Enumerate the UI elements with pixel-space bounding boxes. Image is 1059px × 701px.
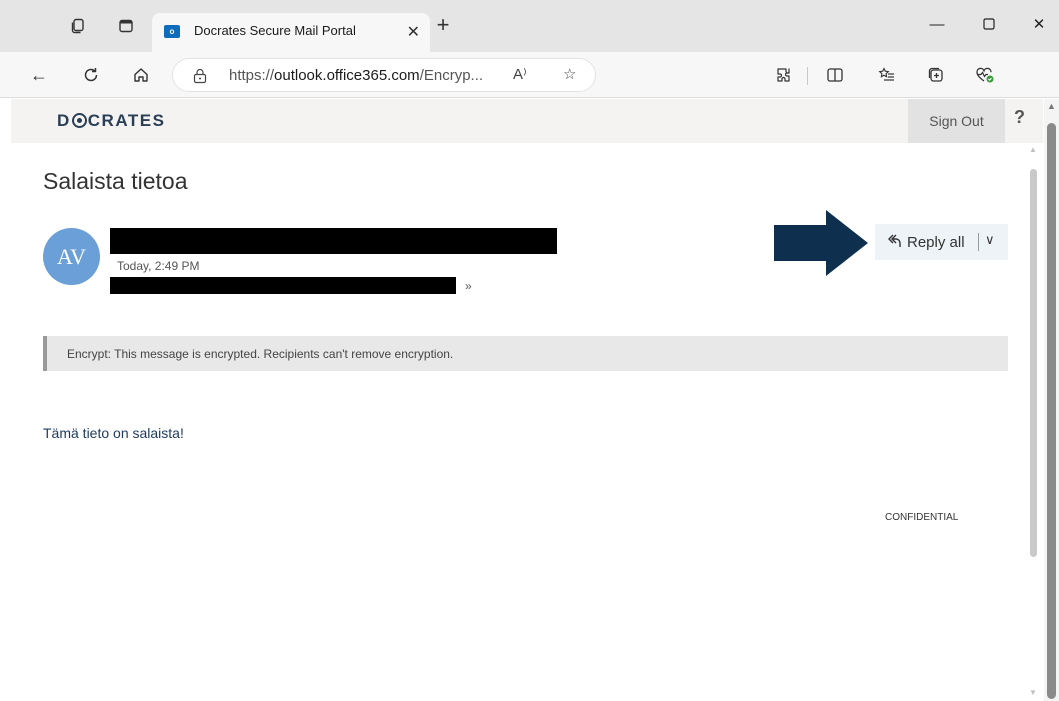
scroll-down-icon[interactable]: ▼ [1029,688,1037,697]
collections-icon[interactable] [925,64,947,86]
chevron-down-icon[interactable]: ∨ [985,232,995,248]
encryption-notice: Encrypt: This message is encrypted. Reci… [67,347,454,361]
address-bar[interactable]: https://outlook.office365.com/Encryp... … [172,58,596,92]
avatar[interactable]: AV [43,228,100,285]
url-text: https://outlook.office365.com/Encryp... [229,67,484,84]
extensions-icon[interactable] [773,64,795,86]
message-scrollbar[interactable]: ▲ ▼ [1025,143,1042,701]
tab-actions-icon[interactable] [66,14,90,38]
favorites-icon[interactable] [876,64,898,86]
double-chevron-down-icon[interactable]: » [465,279,472,293]
encryption-banner: Encrypt: This message is encrypted. Reci… [43,336,1008,371]
refresh-icon[interactable] [78,62,104,88]
home-icon[interactable] [128,62,154,88]
message-subject: Salaista tietoa [43,168,188,194]
reply-all-button[interactable]: Reply all ∨ [875,224,1008,260]
browser-toolbar: ← https://outlook.office365.com/Encryp..… [0,52,1059,98]
vertical-tabs-icon[interactable] [114,14,138,38]
close-icon[interactable]: ✕ [407,22,420,42]
redacted-sender [110,228,557,254]
scrollbar-thumb[interactable] [1047,123,1056,699]
help-button[interactable]: ? [1014,107,1025,128]
reply-all-icon [886,232,902,255]
sign-out-button[interactable]: Sign Out [908,99,1005,143]
split-screen-icon[interactable] [824,64,846,86]
classification-label: CONFIDENTIAL [885,512,959,523]
page-scrollbar[interactable]: ▲ [1044,99,1059,701]
reply-all-label: Reply all [907,234,965,251]
scroll-up-icon[interactable]: ▲ [1047,101,1056,111]
message-body: Tämä tieto on salaista! [43,425,184,441]
toolbar-divider [807,67,808,85]
maximize-icon[interactable] [969,10,1009,38]
logo-target-icon [71,113,87,128]
reply-divider [978,233,979,251]
minimize-icon[interactable]: — [917,10,957,38]
outlook-favicon: o [164,25,180,38]
scroll-up-icon[interactable]: ▲ [1029,145,1037,154]
heart-pulse-icon[interactable] [974,64,996,86]
close-window-icon[interactable]: ✕ [1019,10,1059,38]
star-icon[interactable]: ☆ [563,65,576,83]
lock-icon[interactable] [193,68,207,84]
back-arrow-icon[interactable]: ← [26,62,52,88]
active-tab[interactable]: o Docrates Secure Mail Portal ✕ [152,13,430,52]
tab-title: Docrates Secure Mail Portal [194,23,356,38]
arrow-right-icon [774,210,868,276]
portal-header: D CRATES Sign Out ? [11,99,1043,143]
scrollbar-thumb[interactable] [1030,169,1037,557]
redacted-recipients [110,277,456,294]
read-aloud-icon[interactable]: A⁾ [513,65,527,83]
tab-strip: o Docrates Secure Mail Portal ✕ + — ✕ [0,0,1059,52]
plus-icon[interactable]: + [430,14,456,36]
docrates-logo: D CRATES [57,111,166,130]
message-datetime: Today, 2:49 PM [117,259,200,273]
